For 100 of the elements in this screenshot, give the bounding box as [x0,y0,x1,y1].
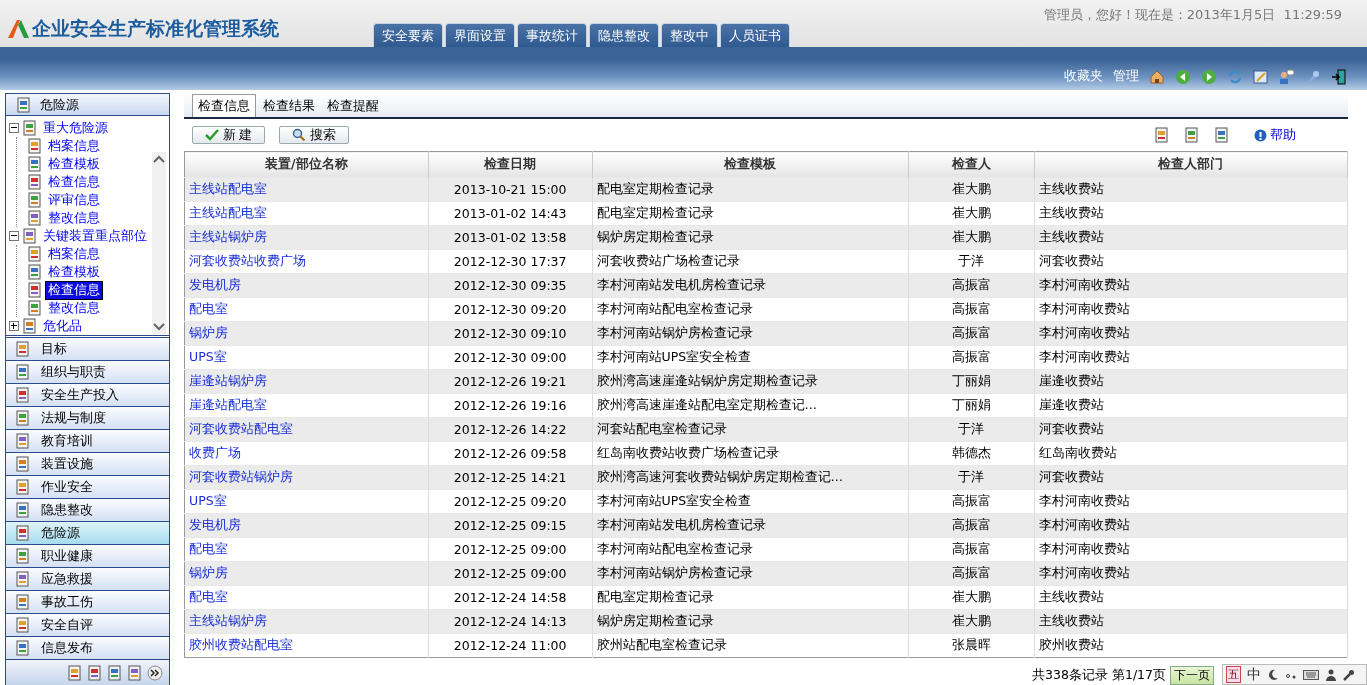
device-link[interactable]: 崖逄站锅炉房 [184,369,429,394]
tree-item[interactable]: 检查信息 [46,281,102,299]
device-link[interactable]: 锅炉房 [184,321,429,346]
tree-item[interactable]: 检查模板 [46,263,102,281]
forward-icon[interactable] [1201,69,1217,85]
device-link[interactable]: 主线站配电室 [184,177,429,202]
table-cell: 2012-12-25 09:15 [428,513,593,538]
module-item[interactable]: 事故工伤 [6,591,169,614]
table-cell: 于洋 [908,465,1035,490]
module-item[interactable]: 应急救援 [6,568,169,591]
table-cell: 崔大鹏 [908,177,1035,202]
tree-item[interactable]: 关键装置重点部位 [41,227,149,245]
table-cell: 崖逄收费站 [1034,369,1348,394]
edit-icon[interactable] [1253,69,1269,85]
next-page-button[interactable]: 下一页 [1170,666,1214,685]
user-chat-icon[interactable] [1279,69,1295,85]
document-icon [67,665,83,681]
device-link[interactable]: 胶州收费站配电室 [184,633,429,658]
collapse-icon[interactable] [9,123,19,133]
document-icon [87,665,103,681]
nav-tab[interactable]: 安全要素 [373,23,443,47]
table-cell: 李村河南收费站 [1034,561,1348,586]
document-icon [15,640,31,656]
new-button[interactable]: 新 建 [192,126,266,144]
module-item[interactable]: 目标 [6,338,169,361]
tree-item[interactable]: 整改信息 [46,299,102,317]
table-cell: 李村河南站锅炉房检查记录 [592,561,909,586]
tree-item[interactable]: 检查信息 [46,173,102,191]
module-item[interactable]: 隐患整改 [6,499,169,522]
user-icon[interactable] [1325,668,1337,681]
tree-item[interactable]: 档案信息 [46,245,102,263]
document-icon [15,364,31,380]
module-item[interactable]: 法规与制度 [6,407,169,430]
collapse-icon[interactable] [9,231,19,241]
table-cell: 2012-12-26 14:22 [428,417,593,442]
column-header[interactable]: 检查模板 [592,151,909,178]
device-link[interactable]: 锅炉房 [184,561,429,586]
ime-mode[interactable]: 五 [1226,666,1241,683]
moon-icon[interactable] [1267,668,1279,681]
check-icon [205,129,219,141]
device-link[interactable]: 发电机房 [184,273,429,298]
device-link[interactable]: 主线站锅炉房 [184,225,429,250]
nav-tab[interactable]: 人员证书 [720,23,790,47]
device-link[interactable]: 发电机房 [184,513,429,538]
exit-icon[interactable] [1331,69,1347,85]
module-item[interactable]: 安全自评 [6,614,169,637]
table-cell: 于洋 [908,417,1035,442]
table-cell: 2012-12-24 14:13 [428,609,593,634]
nav-tab[interactable]: 事故统计 [517,23,587,47]
tab[interactable]: 检查结果 [258,95,320,117]
module-item[interactable]: 职业健康 [6,545,169,568]
back-icon[interactable] [1175,69,1191,85]
device-link[interactable]: 河套收费站锅炉房 [184,465,429,490]
module-item[interactable]: 危险源 [6,522,169,545]
table-cell: 河套站配电室检查记录 [592,417,909,442]
column-header[interactable]: 装置/部位名称 [184,151,429,178]
tab[interactable]: 检查提醒 [322,95,384,117]
table-cell: 高振富 [908,273,1035,298]
table-cell: 锅炉房定期检查记录 [592,609,909,634]
column-header[interactable]: 检查人 [908,151,1035,178]
table-cell: 李村河南收费站 [1034,513,1348,538]
expand-icon[interactable] [9,321,19,331]
header-link[interactable]: 管理 [1113,67,1139,85]
table-cell: 李村河南站发电机房检查记录 [592,513,909,538]
help-link[interactable]: 帮助 [1270,126,1296,144]
module-item[interactable]: 装置设施 [6,453,169,476]
tree-item[interactable]: 检查模板 [46,155,102,173]
search-button[interactable]: 搜索 [279,126,350,144]
nav-tab[interactable]: 整改中 [661,23,718,47]
ime-language[interactable]: 中 [1247,665,1261,684]
module-item[interactable]: 作业安全 [6,476,169,499]
table-cell: 李村河南站发电机房检查记录 [592,273,909,298]
module-item[interactable]: 组织与职责 [6,361,169,384]
tree-item[interactable]: 危化品 [41,317,84,335]
home-icon[interactable] [1149,69,1165,85]
table-cell: 胶州湾高速河套收费站锅炉房定期检查记… [592,465,909,490]
device-link[interactable]: 主线站锅炉房 [184,609,429,634]
module-item[interactable]: 信息发布 [6,637,169,660]
tree-item[interactable]: 档案信息 [46,137,102,155]
column-header[interactable]: 检查人部门 [1034,151,1348,178]
table-cell: 丁丽娟 [908,369,1035,394]
tree-item[interactable]: 整改信息 [46,209,102,227]
table-cell: 配电室定期检查记录 [592,177,909,202]
keyboard-icon[interactable] [1303,669,1319,680]
wrench-icon[interactable] [1343,668,1355,681]
table-cell: 张晨晖 [908,633,1035,658]
tree-item[interactable]: 评审信息 [46,191,102,209]
tree-item[interactable]: 重大危险源 [41,119,110,137]
module-item[interactable]: 安全生产投入 [6,384,169,407]
nav-tab[interactable]: 隐患整改 [589,23,659,47]
module-item[interactable]: 教育培训 [6,430,169,453]
column-header[interactable]: 检查日期 [428,151,593,178]
nav-tab[interactable]: 界面设置 [445,23,515,47]
document-icon [15,617,31,633]
more-icon[interactable] [147,665,163,681]
scrollbar[interactable] [152,152,166,334]
table-cell: 崔大鹏 [908,609,1035,634]
tab[interactable]: 检查信息 [192,94,256,117]
table-cell: 李村河南收费站 [1034,321,1348,346]
device-link[interactable]: 河套收费站配电室 [184,417,429,442]
